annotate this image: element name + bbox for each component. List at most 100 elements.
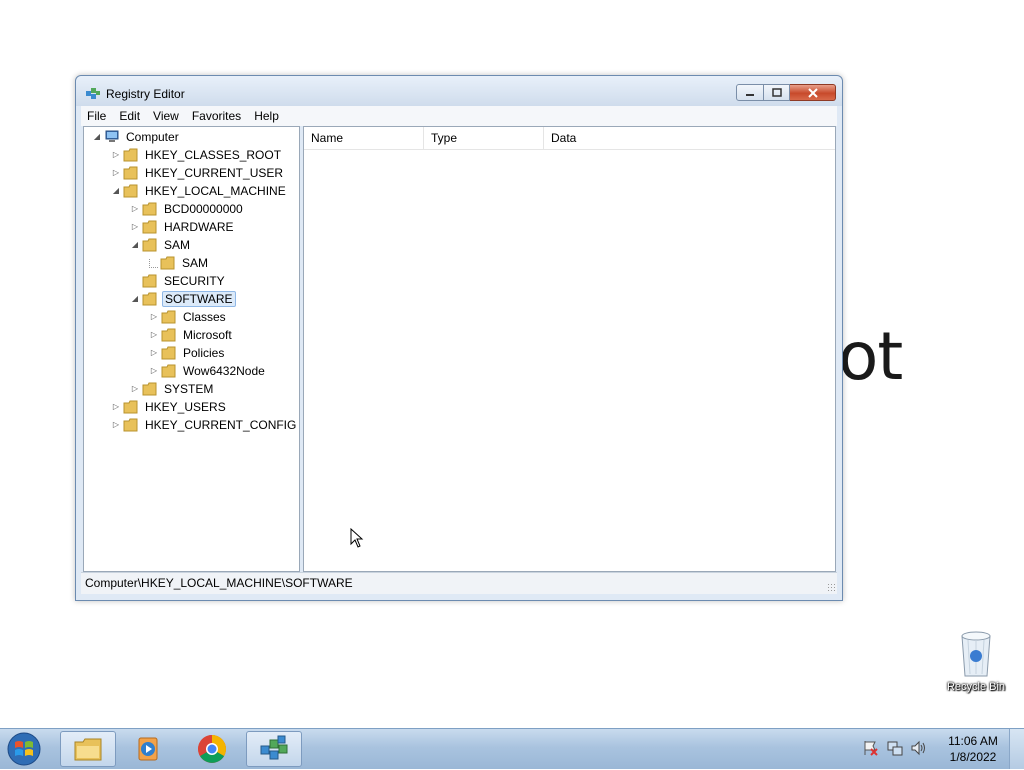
regedit-icon xyxy=(260,735,288,760)
recycle-bin[interactable]: Recycle Bin xyxy=(940,628,1012,693)
tree-node-hkey-users[interactable]: ▷ HKEY_USERS xyxy=(111,398,228,416)
collapse-arrow-icon[interactable]: ◢ xyxy=(111,186,121,196)
tree-node-label: HARDWARE xyxy=(164,220,234,234)
folder-icon xyxy=(123,148,139,162)
expand-arrow-icon[interactable]: ▷ xyxy=(130,204,140,214)
recycle-bin-icon xyxy=(961,631,991,677)
tree-node-hardware[interactable]: ▷ HARDWARE xyxy=(130,218,236,236)
tree-node-hkey-classes-root[interactable]: ▷ HKEY_CLASSES_ROOT xyxy=(111,146,283,164)
taskbar-file-explorer[interactable] xyxy=(60,731,116,767)
close-button[interactable] xyxy=(790,84,836,101)
folder-icon xyxy=(142,220,158,234)
tree-node-label: HKEY_CURRENT_USER xyxy=(145,166,284,180)
file-explorer-icon xyxy=(74,738,102,761)
minimize-button[interactable] xyxy=(736,84,764,101)
tree-node-label: HKEY_CLASSES_ROOT xyxy=(145,148,282,162)
tree-node-hkey-current-user[interactable]: ▷ HKEY_CURRENT_USER xyxy=(111,164,285,182)
expand-arrow-icon[interactable]: ▷ xyxy=(149,330,159,340)
menu-file[interactable]: File xyxy=(81,109,112,123)
network-icon[interactable] xyxy=(886,739,904,757)
folder-icon xyxy=(142,202,158,216)
menu-help[interactable]: Help xyxy=(248,109,285,123)
collapse-arrow-icon[interactable]: ◢ xyxy=(130,294,140,304)
tree-node-bcd[interactable]: ▷ BCD00000000 xyxy=(130,200,245,218)
maximize-icon xyxy=(771,88,782,97)
tree-node-label: Computer xyxy=(126,130,179,144)
taskbar-chrome[interactable] xyxy=(184,731,240,767)
volume-icon[interactable] xyxy=(910,739,928,757)
show-desktop-button[interactable] xyxy=(1009,729,1024,769)
tree-node-wow6432node[interactable]: ▷ Wow6432Node xyxy=(149,362,267,380)
tree-node-label: SAM xyxy=(164,238,191,252)
registry-editor-window: Registry Editor File Edit View Favorites… xyxy=(75,75,843,601)
menu-favorites[interactable]: Favorites xyxy=(186,109,247,123)
maximize-button[interactable] xyxy=(764,84,790,101)
tree-node-policies[interactable]: ▷ Policies xyxy=(149,344,226,362)
collapse-arrow-icon[interactable]: ◢ xyxy=(130,240,140,250)
expand-arrow-icon[interactable]: ▷ xyxy=(111,420,121,430)
tree-node-computer[interactable]: ◢ Computer xyxy=(92,128,181,146)
folder-icon xyxy=(142,274,158,288)
tree-node-classes[interactable]: ▷ Classes xyxy=(149,308,228,326)
tree-node-label: Wow6432Node xyxy=(183,364,265,378)
menu-bar: File Edit View Favorites Help xyxy=(81,106,837,126)
tree-connector xyxy=(130,276,140,286)
taskbar-media-player[interactable] xyxy=(120,731,176,767)
title-bar[interactable]: Registry Editor xyxy=(76,76,842,106)
minimize-icon xyxy=(746,93,754,96)
values-list[interactable]: Name Type Data xyxy=(303,126,836,572)
tree-node-label: HKEY_USERS xyxy=(145,400,226,414)
clock[interactable]: 11:06 AM 1/8/2022 xyxy=(940,733,1006,765)
resize-grip-icon[interactable] xyxy=(827,583,835,591)
folder-icon xyxy=(160,256,176,270)
column-header-data[interactable]: Data xyxy=(544,127,835,149)
tree-node-label: HKEY_LOCAL_MACHINE xyxy=(145,184,286,198)
folder-icon xyxy=(123,418,139,432)
tree-node-label: BCD00000000 xyxy=(164,202,243,216)
tree-node-label: HKEY_CURRENT_CONFIG xyxy=(145,418,297,432)
folder-icon xyxy=(123,166,139,180)
menu-view[interactable]: View xyxy=(147,109,185,123)
tree-node-software[interactable]: ◢ SOFTWARE xyxy=(130,290,236,308)
close-icon xyxy=(807,87,818,98)
media-player-icon xyxy=(138,737,158,761)
start-button[interactable] xyxy=(4,731,48,767)
taskbar-registry-editor[interactable] xyxy=(246,731,302,767)
folder-open-icon xyxy=(123,184,139,198)
folder-icon xyxy=(123,400,139,414)
tree-node-security[interactable]: SECURITY xyxy=(130,272,227,290)
status-bar: Computer\HKEY_LOCAL_MACHINE\SOFTWARE xyxy=(81,572,837,594)
column-header-name[interactable]: Name xyxy=(304,127,424,149)
tree-node-sam[interactable]: ◢ SAM xyxy=(130,236,192,254)
tree-node-label: SOFTWARE xyxy=(162,291,236,307)
tree-node-system[interactable]: ▷ SYSTEM xyxy=(130,380,215,398)
tree-node-label: SECURITY xyxy=(164,274,225,288)
tree-node-hkey-local-machine[interactable]: ◢ HKEY_LOCAL_MACHINE xyxy=(111,182,288,200)
expand-arrow-icon[interactable]: ▷ xyxy=(149,366,159,376)
clock-time: 11:06 AM xyxy=(948,734,998,748)
expand-arrow-icon[interactable]: ▷ xyxy=(111,402,121,412)
windows-logo-icon xyxy=(7,732,41,766)
expand-arrow-icon[interactable]: ▷ xyxy=(111,150,121,160)
column-header-type[interactable]: Type xyxy=(424,127,544,149)
expand-arrow-icon[interactable]: ▷ xyxy=(149,348,159,358)
collapse-arrow-icon[interactable]: ◢ xyxy=(92,132,102,142)
clock-date: 1/8/2022 xyxy=(949,750,997,764)
folder-icon xyxy=(161,328,177,342)
menu-edit[interactable]: Edit xyxy=(113,109,146,123)
expand-arrow-icon[interactable]: ▷ xyxy=(149,312,159,322)
status-path: Computer\HKEY_LOCAL_MACHINE\SOFTWARE xyxy=(85,576,353,590)
tree-node-sam-child[interactable]: SAM xyxy=(149,254,210,272)
key-tree[interactable]: ◢ Computer ▷ HKEY_CLASSES_ROOT ▷ HKEY_CU… xyxy=(83,126,300,572)
expand-arrow-icon[interactable]: ▷ xyxy=(130,222,140,232)
regedit-icon xyxy=(86,88,100,99)
action-center-flag-icon[interactable] xyxy=(862,739,880,757)
chrome-icon xyxy=(198,735,226,763)
taskbar: 11:06 AM 1/8/2022 xyxy=(0,728,1024,769)
expand-arrow-icon[interactable]: ▷ xyxy=(130,384,140,394)
tree-node-hkey-current-config[interactable]: ▷ HKEY_CURRENT_CONFIG xyxy=(111,416,298,434)
wallpaper-text: ot xyxy=(838,318,903,395)
expand-arrow-icon[interactable]: ▷ xyxy=(111,168,121,178)
folder-open-icon xyxy=(142,292,158,306)
tree-node-microsoft[interactable]: ▷ Microsoft xyxy=(149,326,234,344)
